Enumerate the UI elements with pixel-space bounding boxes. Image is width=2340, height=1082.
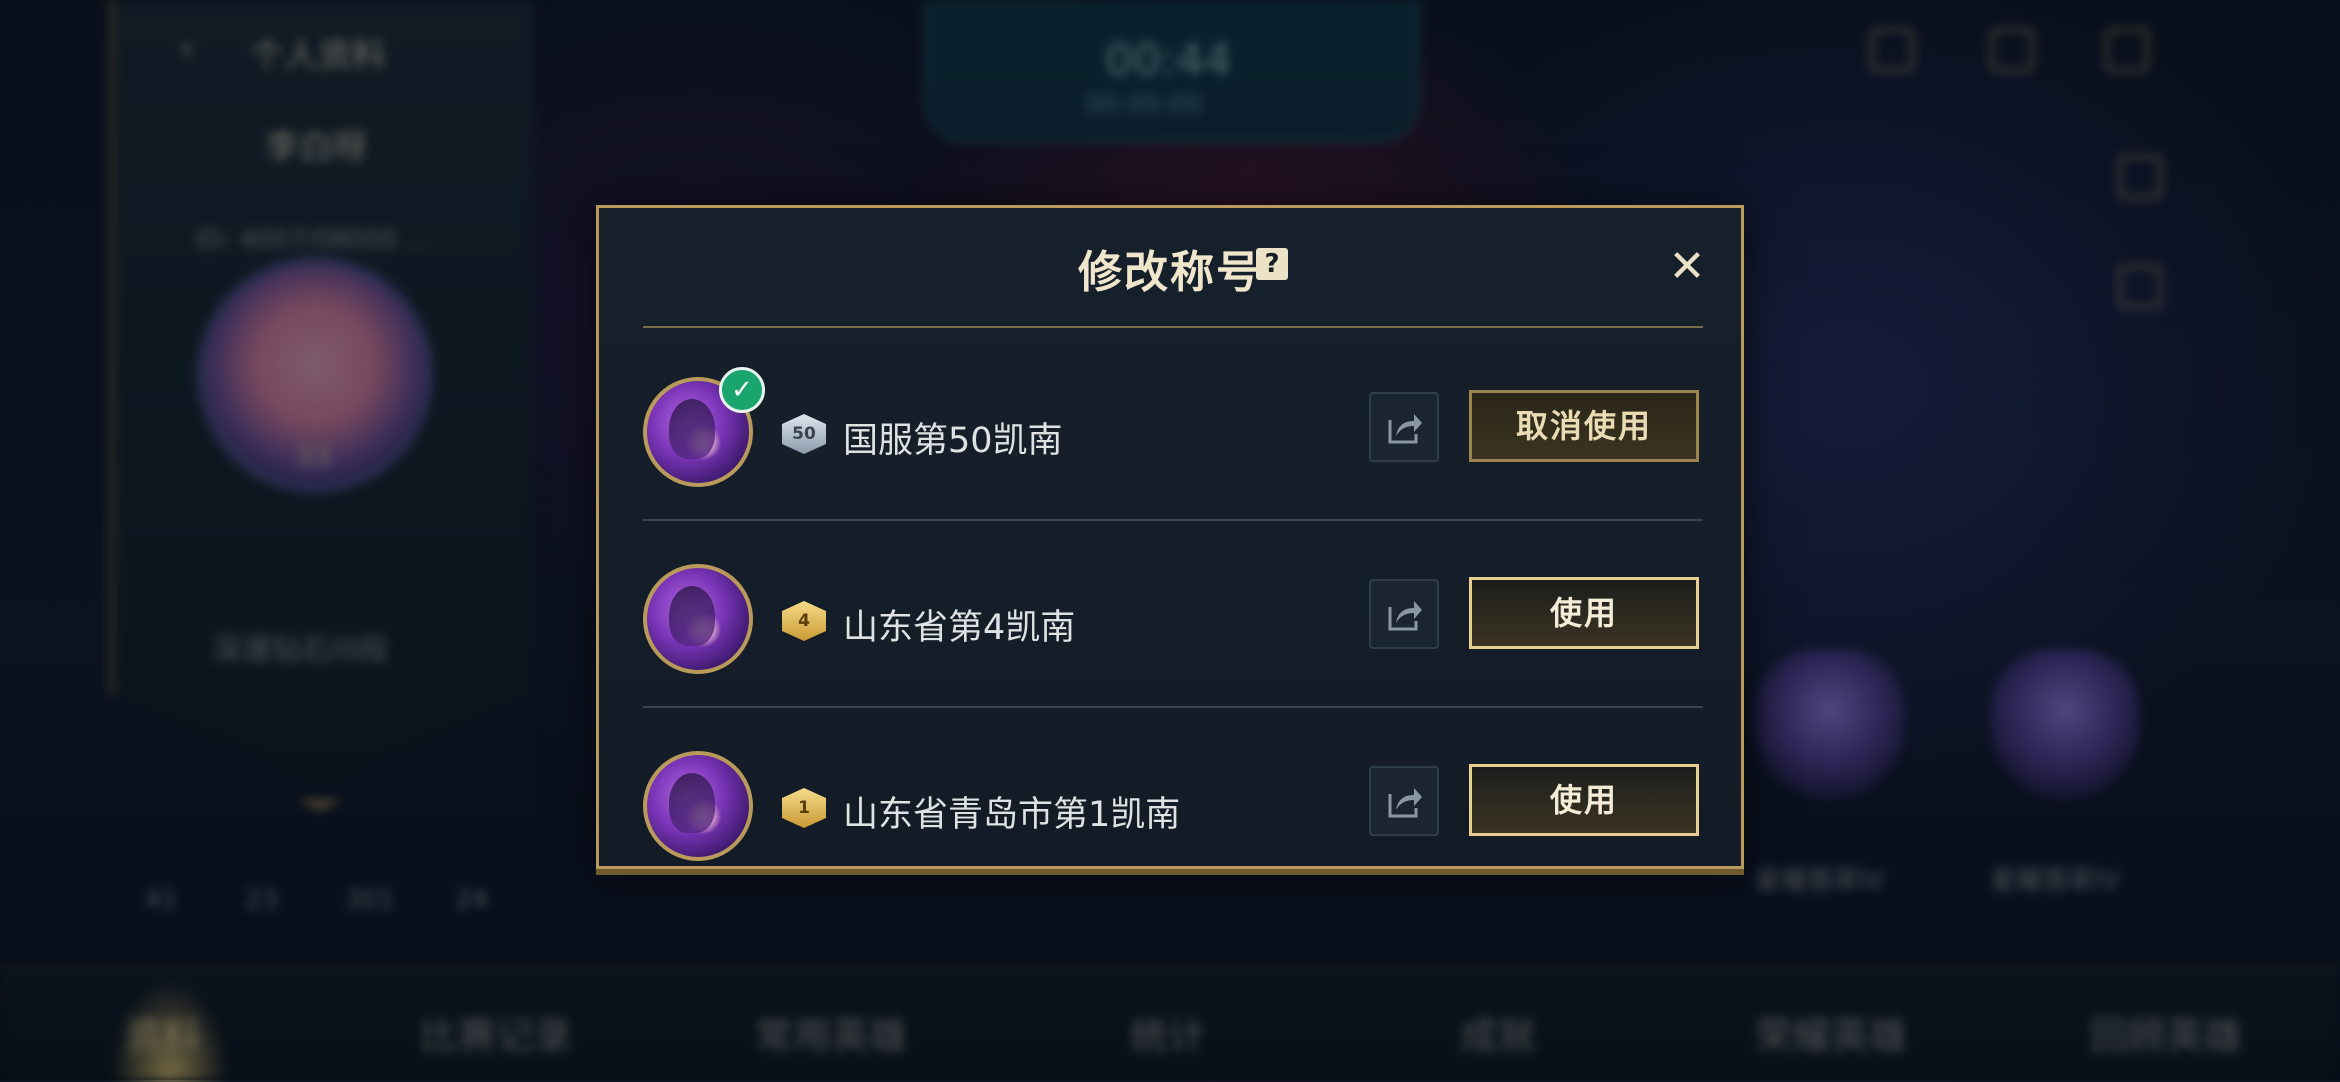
title-row: 4 山东省第4凯南 使用 bbox=[599, 541, 1741, 701]
use-button[interactable]: 使用 bbox=[1469, 764, 1699, 836]
title-row: ✓ 50 国服第50凯南 取消使用 bbox=[599, 354, 1741, 514]
title-name: 山东省第4凯南 bbox=[843, 608, 1076, 648]
share-button[interactable] bbox=[1369, 392, 1439, 462]
share-arrow-icon bbox=[1388, 601, 1422, 631]
cancel-use-button[interactable]: 取消使用 bbox=[1469, 390, 1699, 462]
row-divider bbox=[643, 519, 1703, 521]
title-row: 1 山东省青岛市第1凯南 使用 bbox=[599, 728, 1741, 866]
rank-badge-icon: 4 bbox=[782, 601, 826, 641]
rank-badge-icon: 1 bbox=[782, 788, 826, 828]
title-name: 国服第50凯南 bbox=[843, 421, 1063, 461]
use-button[interactable]: 使用 bbox=[1469, 577, 1699, 649]
share-arrow-icon bbox=[1388, 414, 1422, 444]
hero-avatar bbox=[643, 751, 753, 861]
title-list[interactable]: ✓ 50 国服第50凯南 取消使用 4 山东省第4凯南 使用 1 山东省青岛市第… bbox=[599, 208, 1741, 866]
share-button[interactable] bbox=[1369, 579, 1439, 649]
change-title-dialog: 修改称号 ? ✕ ✓ 50 国服第50凯南 取消使用 4 山东省第4凯南 使用 … bbox=[596, 205, 1744, 869]
title-name: 山东省青岛市第1凯南 bbox=[843, 795, 1181, 835]
equipped-check-icon: ✓ bbox=[719, 367, 765, 413]
share-arrow-icon bbox=[1388, 788, 1422, 818]
hero-avatar bbox=[643, 564, 753, 674]
row-divider bbox=[643, 706, 1703, 708]
share-button[interactable] bbox=[1369, 766, 1439, 836]
rank-badge-icon: 50 bbox=[782, 414, 826, 454]
